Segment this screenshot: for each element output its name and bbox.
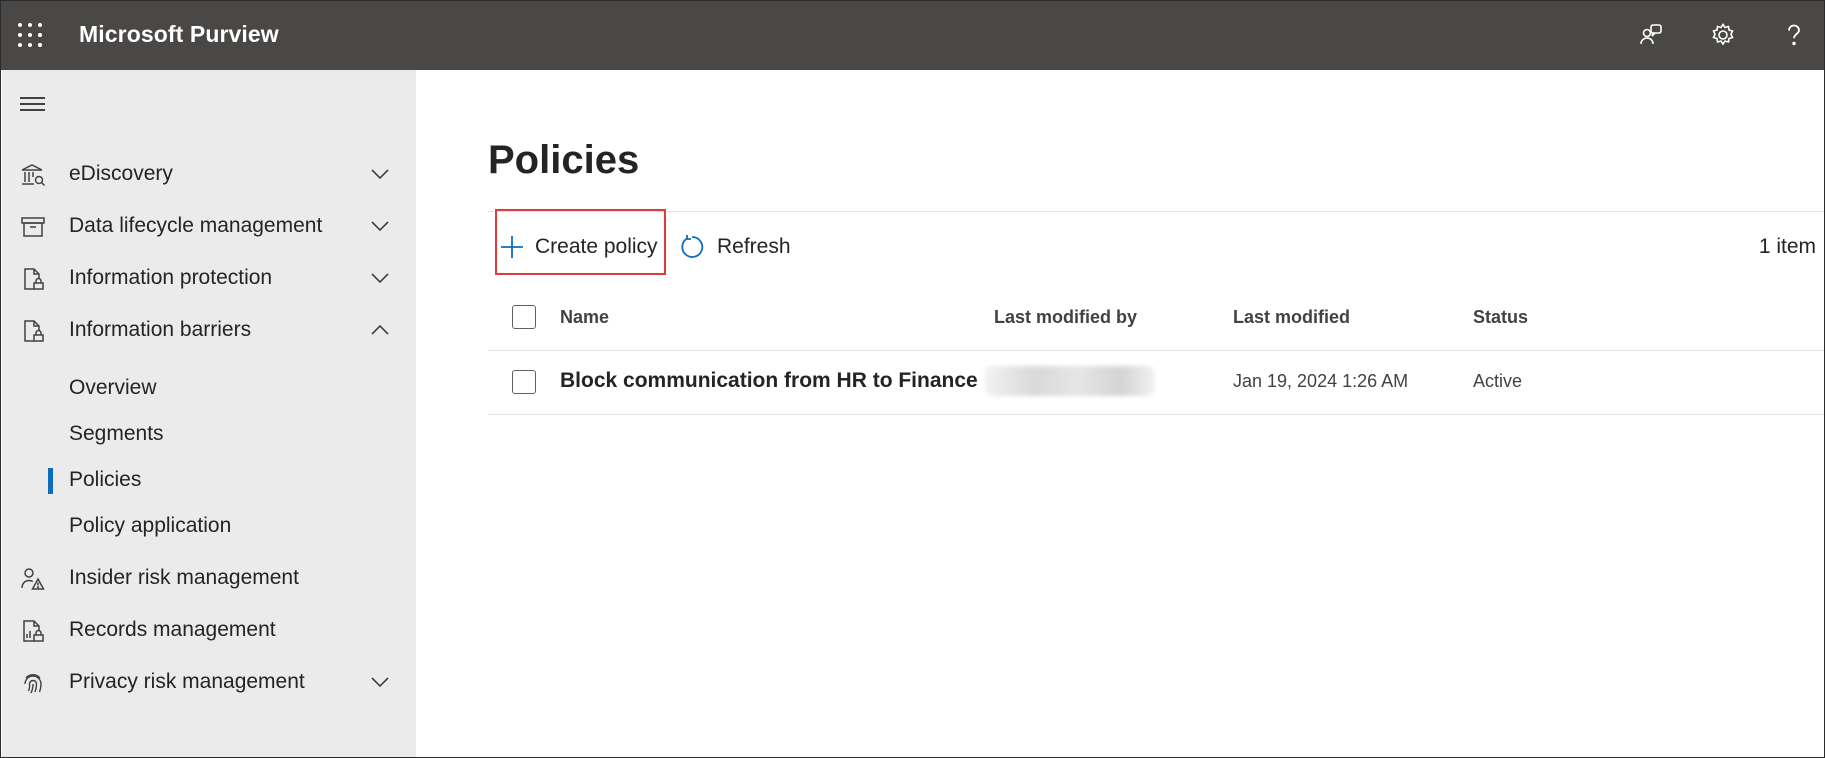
sidebar-subitem-policies[interactable]: Policies [2, 458, 416, 502]
sidebar-subitem-policy-application[interactable]: Policy application [2, 504, 416, 548]
item-count: 1 item [1758, 235, 1816, 258]
nav-item-data-lifecycle-management[interactable]: Data lifecycle management [2, 200, 416, 252]
nav-item-information-barriers[interactable]: Information barriers [2, 304, 416, 356]
nav-item-privacy-risk-management[interactable]: Privacy risk management [2, 656, 416, 708]
nav-label: Data lifecycle management [69, 214, 323, 237]
select-all-checkbox[interactable] [512, 305, 536, 329]
plus-icon [501, 236, 523, 258]
refresh-icon [681, 235, 704, 258]
nav-item-ediscovery[interactable]: eDiscovery [2, 148, 416, 200]
ediscovery-icon [21, 164, 46, 187]
nav-label: Segments [69, 422, 164, 445]
create-policy-label: Create policy [535, 235, 658, 258]
archive-icon [21, 217, 45, 237]
redacted-last-modified-by [985, 366, 1155, 396]
status-cell: Active [1473, 371, 1523, 391]
chevron-down-icon[interactable] [369, 218, 391, 234]
create-policy-button[interactable]: Create policy [499, 225, 658, 269]
column-header-last-modified[interactable]: Last modified [1233, 307, 1350, 328]
chevron-up-icon[interactable] [369, 322, 391, 338]
table-row[interactable]: Block communication from HR to Finance J… [488, 351, 1824, 415]
nav-label: Policies [69, 468, 142, 491]
chevron-down-icon[interactable] [369, 166, 391, 182]
document-lock-icon [24, 320, 44, 342]
command-bar-divider [488, 211, 1824, 212]
column-header-last-modified-by[interactable]: Last modified by [994, 307, 1137, 328]
nav-label: eDiscovery [69, 162, 173, 185]
document-lock-icon [24, 268, 44, 290]
chevron-down-icon[interactable] [369, 270, 391, 286]
nav-label: Overview [69, 376, 157, 399]
records-icon [23, 620, 44, 642]
column-header-status[interactable]: Status [1473, 307, 1528, 328]
nav-item-insider-risk-management[interactable]: Insider risk management [2, 552, 416, 604]
settings-icon[interactable] [1705, 17, 1741, 53]
community-icon[interactable] [1633, 17, 1669, 53]
waffle-icon[interactable] [18, 23, 42, 47]
nav-label: Insider risk management [69, 566, 299, 589]
chevron-down-icon[interactable] [369, 674, 391, 690]
left-navigation: eDiscovery Data lifecycle management Inf… [2, 70, 416, 757]
policy-name-link[interactable]: Block communication from HR to Finance [560, 369, 978, 393]
refresh-button[interactable]: Refresh [679, 225, 791, 269]
app-title[interactable]: Microsoft Purview [79, 21, 279, 48]
nav-label: Records management [69, 618, 276, 641]
row-checkbox[interactable] [512, 370, 536, 394]
sidebar-subitem-overview[interactable]: Overview [2, 366, 416, 410]
table-header: Name Last modified by Last modified Stat… [488, 296, 1824, 351]
nav-label: Policy application [69, 514, 232, 537]
top-bar: Microsoft Purview [1, 1, 1824, 70]
collapse-nav-icon[interactable] [20, 94, 46, 112]
active-indicator [48, 468, 53, 494]
refresh-label: Refresh [717, 235, 791, 258]
person-warning-icon [21, 568, 45, 590]
help-icon[interactable] [1776, 17, 1812, 53]
last-modified-cell: Jan 19, 2024 1:26 AM [1233, 371, 1409, 391]
sidebar-subitem-segments[interactable]: Segments [2, 412, 416, 456]
nav-item-records-management[interactable]: Records management [2, 604, 416, 656]
nav-item-information-protection[interactable]: Information protection [2, 252, 416, 304]
nav-label: Information barriers [69, 318, 252, 341]
nav-label: Information protection [69, 266, 273, 289]
page-title: Policies [488, 138, 640, 182]
app-window: Microsoft Purview eDiscovery Data lifecy… [0, 0, 1825, 758]
column-header-name[interactable]: Name [560, 307, 609, 328]
nav-label: Privacy risk management [69, 670, 305, 693]
fingerprint-icon [24, 674, 42, 694]
